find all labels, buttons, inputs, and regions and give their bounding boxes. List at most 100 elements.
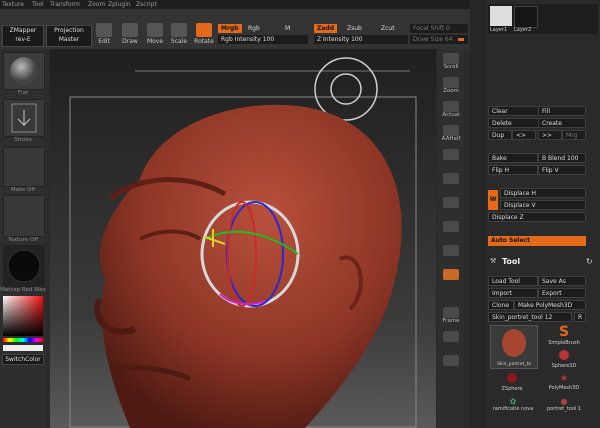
panel-separator: [470, 0, 486, 428]
flip-v-button[interactable]: Flip V: [538, 165, 586, 175]
color-picker-shade: [3, 296, 43, 336]
shelf-button-9[interactable]: [440, 245, 462, 263]
fill-button[interactable]: Fill: [538, 106, 586, 116]
layer-1-thumb[interactable]: [490, 6, 512, 26]
current-tool-field[interactable]: Skin_portret_tool 12: [488, 312, 572, 322]
delete-button[interactable]: Delete: [488, 118, 540, 128]
texture-label-2: Texture Off: [7, 237, 38, 243]
clone-button[interactable]: Clone: [488, 300, 514, 310]
create-button[interactable]: Create: [538, 118, 586, 128]
menu-transform[interactable]: Transform: [50, 1, 80, 8]
material-swatch[interactable]: [3, 52, 45, 90]
current-tool-thumb[interactable]: Skin_portret_to: [490, 325, 538, 369]
portret-tool-thumb[interactable]: ● portret_tool 1: [540, 397, 588, 412]
make-polymesh-button[interactable]: Make PolyMesh3D: [514, 300, 586, 310]
color-picker[interactable]: [3, 296, 43, 336]
rgb-intensity-value: 100: [262, 36, 275, 43]
move-view-button[interactable]: [440, 331, 462, 349]
export-button[interactable]: Export: [538, 288, 586, 298]
hue-strip[interactable]: [3, 338, 43, 342]
shelf-button-6[interactable]: [440, 173, 462, 191]
displace-v-slider[interactable]: Displace V: [500, 200, 586, 210]
rotate-label: Rotate: [194, 38, 214, 45]
save-as-button[interactable]: Save As: [538, 276, 586, 286]
ramificatie-thumb[interactable]: ✿ ramificatie nova: [488, 397, 538, 412]
focal-shift-slider[interactable]: Focal Shift 0: [410, 24, 468, 33]
b-blend-slider[interactable]: B Blend 100: [538, 153, 586, 163]
menu-zoom[interactable]: Zoom: [88, 1, 105, 8]
load-tool-button[interactable]: Load Tool: [488, 276, 538, 286]
sphere3d-thumb[interactable]: Sphere3D: [542, 349, 586, 369]
shelf-button-8[interactable]: [440, 221, 462, 239]
rgb-toggle[interactable]: Rgb: [245, 24, 263, 33]
texture-swatch[interactable]: [3, 147, 45, 187]
z-intensity-slider[interactable]: Z Intensity 100: [314, 35, 408, 44]
menu-texture[interactable]: Texture: [2, 1, 24, 8]
draw-button[interactable]: Draw: [120, 23, 140, 45]
sphere-icon: [10, 57, 38, 85]
simplebrush-thumb[interactable]: S SimpleBrush: [542, 324, 586, 346]
layer-down-button[interactable]: >>: [538, 130, 562, 140]
frame-button[interactable]: Frame: [440, 307, 462, 325]
focal-shift-label: Focal Shift: [413, 25, 445, 32]
polymesh3d-thumb[interactable]: ✶ PolyMesh3D: [542, 372, 586, 391]
zadd-toggle[interactable]: Zadd: [314, 24, 337, 33]
shelf-button-5[interactable]: [440, 149, 462, 167]
clear-button[interactable]: Clear: [488, 106, 540, 116]
m-toggle[interactable]: M: [282, 24, 293, 33]
z-intensity-label: Z Intensity: [317, 36, 350, 43]
xyz-icon: [443, 221, 459, 232]
zoom-button[interactable]: Zoom: [440, 77, 462, 95]
aahalf-icon: [443, 125, 459, 136]
zsphere-thumb[interactable]: ZSphere: [490, 372, 534, 392]
menu-zplugin[interactable]: Zplugin: [108, 1, 131, 8]
merge-button[interactable]: Mrg: [562, 130, 586, 140]
flip-h-button[interactable]: Flip H: [488, 165, 538, 175]
actual-button[interactable]: Actual: [440, 101, 462, 119]
edit-button[interactable]: Edit: [94, 23, 114, 45]
mrgb-toggle[interactable]: Mrgb: [218, 24, 242, 33]
arrow-left-icon: <>: [516, 132, 527, 139]
import-button[interactable]: Import: [488, 288, 538, 298]
bake-button[interactable]: Bake: [488, 153, 538, 163]
dup-button[interactable]: Dup: [488, 130, 512, 140]
draw-size-slider[interactable]: Draw Size 64: [410, 35, 468, 44]
layer-up-button[interactable]: <>: [512, 130, 536, 140]
displace-z-slider[interactable]: Displace Z: [488, 212, 586, 222]
zsub-toggle[interactable]: Zsub: [344, 24, 365, 33]
texture-swatch-2[interactable]: [3, 195, 45, 237]
layer-2-thumb[interactable]: [514, 6, 538, 28]
canvas-viewport[interactable]: [50, 49, 436, 428]
draw-label: Draw: [122, 38, 138, 45]
focal-shift-value: 0: [446, 25, 450, 32]
alpha-swatch[interactable]: [3, 99, 45, 137]
menu-tool[interactable]: Tool: [32, 1, 44, 8]
right-shelf: Scroll Zoom Actual AAHalf Frame: [438, 49, 464, 428]
zcut-toggle[interactable]: Zcut: [378, 24, 398, 33]
menu-zscript[interactable]: Zscript: [136, 1, 157, 8]
transp-button[interactable]: [440, 355, 462, 373]
refresh-icon[interactable]: ↻: [586, 257, 593, 266]
sculpt-canvas: [69, 57, 417, 428]
rgb-intensity-slider[interactable]: Rgb Intensity 100: [218, 35, 308, 44]
aahalf-button[interactable]: AAHalf: [440, 125, 462, 143]
shelf-button-7[interactable]: [440, 197, 462, 215]
main-color[interactable]: [3, 345, 43, 351]
arrow-right-icon: >>: [542, 132, 553, 139]
w-toggle[interactable]: W: [488, 190, 498, 210]
scroll-button[interactable]: Scroll: [440, 53, 462, 71]
zmapper-button[interactable]: ZMapper rev-E: [2, 25, 44, 47]
scale-button[interactable]: Scale: [169, 23, 189, 45]
switch-color-button[interactable]: SwitchColor: [2, 354, 44, 365]
matcap-sphere-icon: [7, 249, 41, 283]
displace-h-slider[interactable]: Displace H: [500, 188, 586, 198]
rotate-button[interactable]: Rotate: [193, 23, 215, 45]
shelf-button-10[interactable]: [440, 269, 462, 287]
move-button[interactable]: Move: [145, 23, 165, 45]
projection-master-button[interactable]: Projection Master: [46, 25, 92, 47]
matcap-swatch[interactable]: [3, 245, 45, 287]
auto-select-button[interactable]: Auto Select: [488, 236, 586, 246]
arrow-down-icon: [11, 103, 37, 133]
r-button[interactable]: R: [574, 312, 586, 322]
tool-palette-header[interactable]: ⚒ Tool ↻: [486, 256, 600, 268]
